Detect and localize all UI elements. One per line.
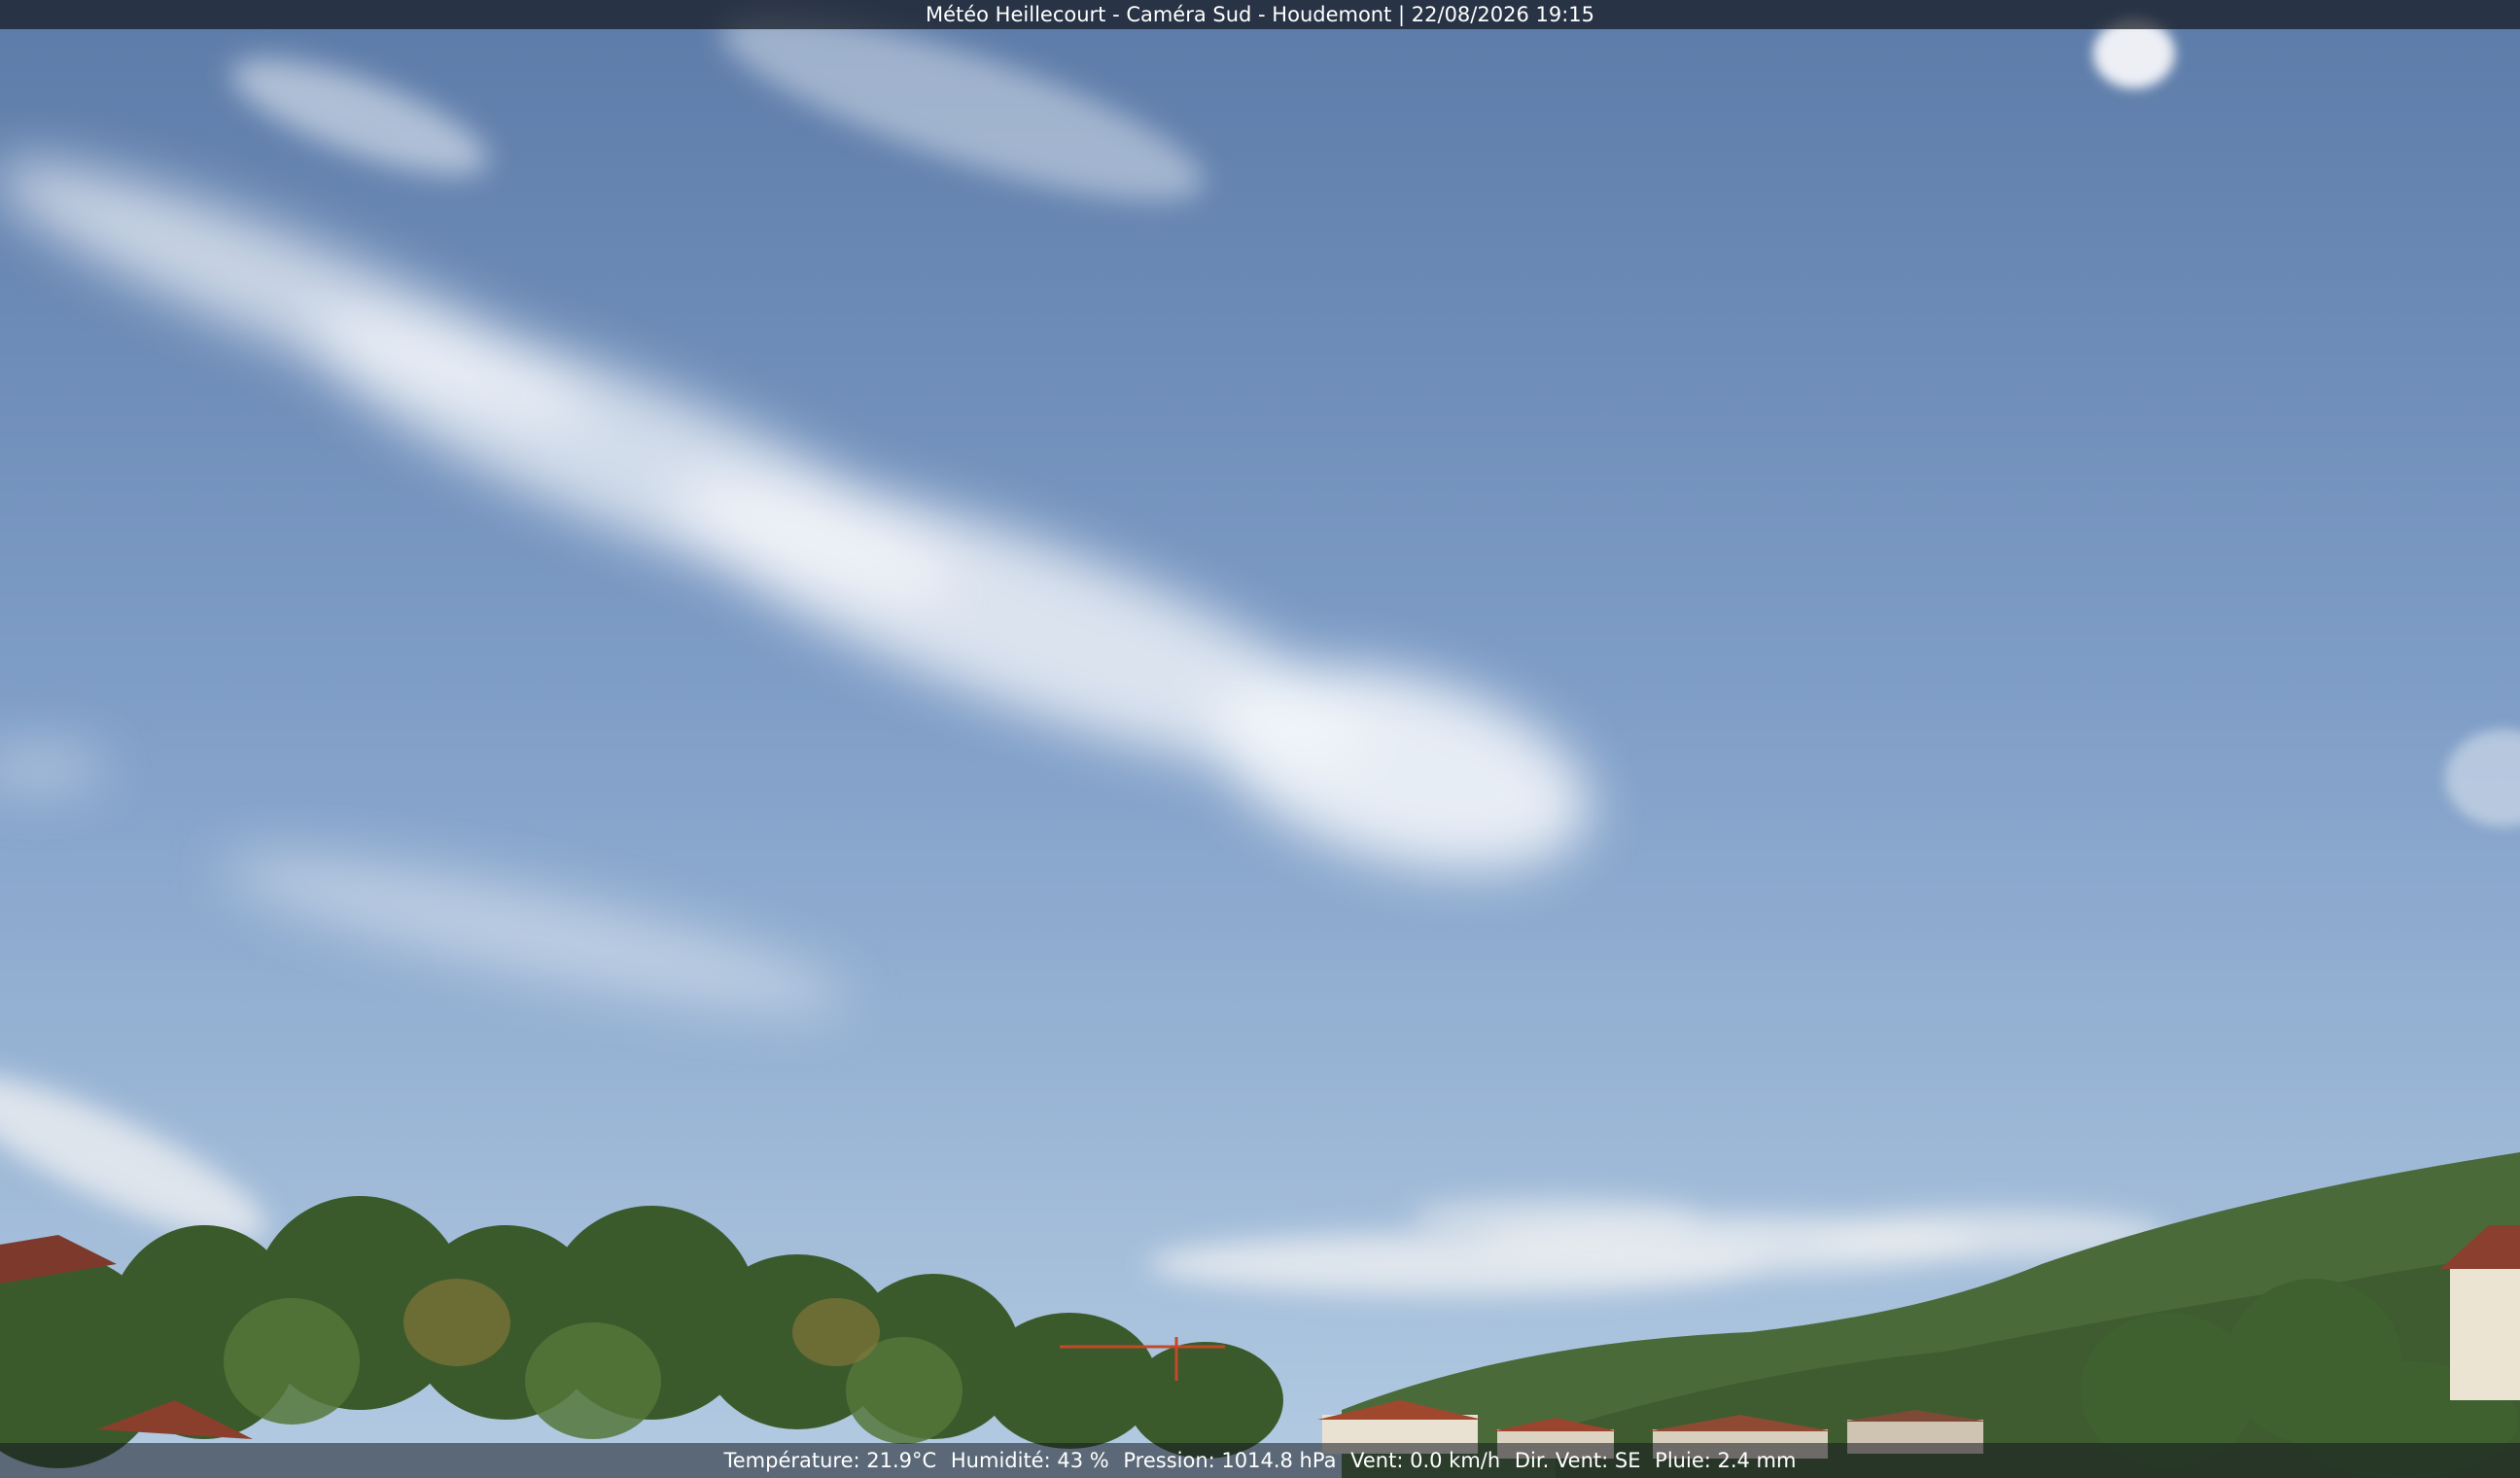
pressure-readout: Pression: 1014.8 hPa: [1123, 1449, 1337, 1472]
weather-info-bar: Température: 21.9°C Humidité: 43 % Press…: [0, 1443, 2520, 1478]
wind-direction-readout: Dir. Vent: SE: [1514, 1449, 1641, 1472]
webcam-sky-image: [0, 0, 2520, 1478]
humidity-readout: Humidité: 43 %: [950, 1449, 1109, 1472]
rain-readout: Pluie: 2.4 mm: [1655, 1449, 1797, 1472]
wind-speed-readout: Vent: 0.0 km/h: [1350, 1449, 1501, 1472]
temperature-readout: Température: 21.9°C: [723, 1449, 937, 1472]
camera-title-banner: Météo Heillecourt - Caméra Sud - Houdemo…: [0, 0, 2520, 29]
camera-title: Météo Heillecourt - Caméra Sud - Houdemo…: [925, 3, 1595, 26]
webcam-frame: Météo Heillecourt - Caméra Sud - Houdemo…: [0, 0, 2520, 1478]
